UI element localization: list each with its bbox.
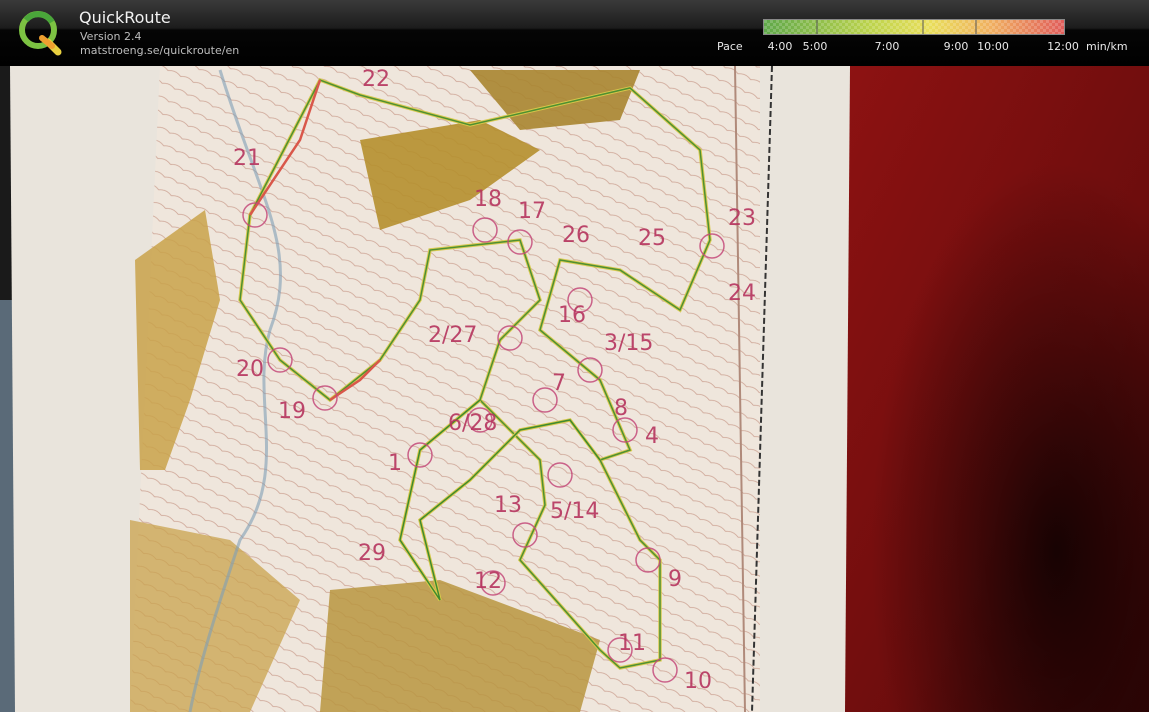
app-url-link[interactable]: matstroeng.se/quickroute/en (80, 44, 239, 57)
pace-label: Pace (717, 40, 743, 53)
control-label: 8 (614, 396, 628, 421)
control-label: 19 (278, 399, 306, 424)
quickroute-logo-icon (19, 11, 62, 56)
orienteering-map-photo[interactable]: 21 22 23 24 25 26 17 18 16 3/15 2/27 20 … (0, 66, 1149, 712)
control-label: 21 (233, 146, 261, 171)
control-label: 10 (684, 669, 712, 694)
control-label: 12 (474, 569, 502, 594)
control-label: 5/14 (550, 499, 599, 524)
pace-tick-5-00: 5:00 (802, 40, 828, 53)
control-label: 26 (562, 223, 590, 248)
control-label: 23 (728, 206, 756, 231)
app-title: QuickRoute (79, 8, 171, 27)
control-label: 1 (388, 451, 402, 476)
pace-tick-12-00: 12:00 (1047, 40, 1079, 53)
header-bar: QuickRoute Version 2.4 matstroeng.se/qui… (0, 0, 1149, 66)
control-label: 18 (474, 187, 502, 212)
control-label: 24 (728, 281, 756, 306)
app-version: Version 2.4 (80, 30, 142, 43)
control-label: 6/28 (448, 411, 497, 436)
control-label: 17 (518, 199, 546, 224)
control-label: 29 (358, 541, 386, 566)
control-label: 2/27 (428, 323, 477, 348)
control-label: 4 (645, 424, 659, 449)
pace-tick-4-00: 4:00 (767, 40, 793, 53)
pace-tick-10-00: 10:00 (977, 40, 1009, 53)
control-label: 7 (552, 371, 566, 396)
control-label: 16 (558, 303, 586, 328)
control-label: 11 (618, 631, 646, 656)
control-label: 3/15 (604, 331, 653, 356)
control-label: 9 (668, 567, 682, 592)
pace-unit: min/km (1086, 40, 1128, 53)
control-label: 20 (236, 357, 264, 382)
pace-color-scale (763, 19, 1065, 35)
control-label: 13 (494, 493, 522, 518)
pace-tick-7-00: 7:00 (874, 40, 900, 53)
control-label: 22 (362, 67, 390, 92)
control-label: 25 (638, 226, 666, 251)
pace-tick-9-00: 9:00 (943, 40, 969, 53)
